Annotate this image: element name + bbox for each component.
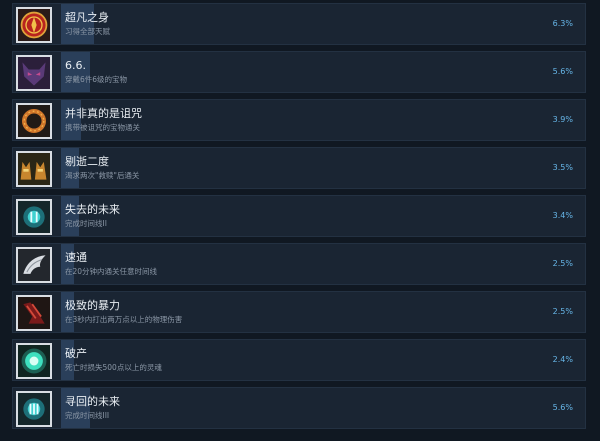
- achievement-title: 超凡之身: [65, 11, 109, 24]
- achievement-description: 死亡时损失500点以上的灵魂: [65, 363, 162, 372]
- progress-fill: [61, 52, 91, 92]
- progress-bar: [61, 292, 585, 332]
- bloody-claw-icon: [16, 295, 52, 331]
- achievement-row[interactable]: 寻回的未来 完成时间线III 5.6%: [12, 387, 586, 429]
- progress-fill: [61, 100, 82, 140]
- achievement-title: 破产: [65, 347, 87, 360]
- achievement-title: 6.6.: [65, 59, 86, 72]
- wing-icon: [16, 247, 52, 283]
- progress-fill: [61, 388, 91, 428]
- achievement-description: 在3秒内打出两万点以上的物理伤害: [65, 315, 183, 324]
- progress-bar: [61, 388, 585, 428]
- unlock-percentage: 5.6%: [552, 403, 573, 412]
- unlock-percentage: 6.3%: [552, 19, 573, 28]
- achievement-title: 失去的未来: [65, 203, 120, 216]
- achievement-description: 完成时间线II: [65, 219, 107, 228]
- achievement-row[interactable]: 6.6. 穿戴6件6级的宝物 5.6%: [12, 51, 586, 93]
- unlock-percentage: 2.5%: [552, 307, 573, 316]
- achievement-title: 速通: [65, 251, 87, 264]
- achievement-description: 穿戴6件6级的宝物: [65, 75, 128, 84]
- demon-mask-icon: [16, 55, 52, 91]
- achievement-description: 在20分钟内通关任意时间线: [65, 267, 158, 276]
- achievement-row[interactable]: 失去的未来 完成时间线II 3.4%: [12, 195, 586, 237]
- achievement-title: 极致的暴力: [65, 299, 120, 312]
- achievement-row[interactable]: 超凡之身 习得全部天赋 6.3%: [12, 3, 586, 45]
- achievement-row[interactable]: 剔逝二度 渴求两次"救赎"后通关 3.5%: [12, 147, 586, 189]
- progress-fill: [61, 148, 80, 188]
- red-emblem-icon: [16, 7, 52, 43]
- achievement-row[interactable]: 并非真的是诅咒 携带被诅咒的宝物通关 3.9%: [12, 99, 586, 141]
- unlock-percentage: 2.5%: [552, 259, 573, 268]
- progress-bar: [61, 100, 585, 140]
- cursed-ring-icon: [16, 103, 52, 139]
- progress-fill: [61, 340, 74, 380]
- progress-fill: [61, 292, 75, 332]
- achievement-title: 并非真的是诅咒: [65, 107, 142, 120]
- progress-bar: [61, 244, 585, 284]
- unlock-percentage: 2.4%: [552, 355, 573, 364]
- achievement-description: 习得全部天赋: [65, 27, 110, 36]
- unlock-percentage: 3.5%: [552, 163, 573, 172]
- unlock-percentage: 3.9%: [552, 115, 573, 124]
- progress-bar: [61, 196, 585, 236]
- achievement-row[interactable]: 速通 在20分钟内通关任意时间线 2.5%: [12, 243, 586, 285]
- achievement-description: 渴求两次"救赎"后通关: [65, 171, 140, 180]
- unlock-percentage: 5.6%: [552, 67, 573, 76]
- time-crystal-icon: [16, 391, 52, 427]
- unlock-percentage: 3.4%: [552, 211, 573, 220]
- achievement-title: 寻回的未来: [65, 395, 120, 408]
- soul-orb-icon: [16, 343, 52, 379]
- achievement-row[interactable]: 破产 死亡时损失500点以上的灵魂 2.4%: [12, 339, 586, 381]
- progress-bar: [61, 148, 585, 188]
- achievement-description: 携带被诅咒的宝物通关: [65, 123, 140, 132]
- achievement-title: 剔逝二度: [65, 155, 109, 168]
- progress-fill: [61, 196, 79, 236]
- progress-fill: [61, 4, 94, 44]
- achievement-list: 超凡之身 习得全部天赋 6.3% 6.6. 穿戴6件6级的宝物 5.6% 并非真…: [0, 0, 600, 441]
- time-crystal-icon: [16, 199, 52, 235]
- achievement-row[interactable]: 极致的暴力 在3秒内打出两万点以上的物理伤害 2.5%: [12, 291, 586, 333]
- progress-bar: [61, 340, 585, 380]
- progress-bar: [61, 4, 585, 44]
- achievement-description: 完成时间线III: [65, 411, 110, 420]
- twin-foxes-icon: [16, 151, 52, 187]
- progress-bar: [61, 52, 585, 92]
- progress-fill: [61, 244, 75, 284]
